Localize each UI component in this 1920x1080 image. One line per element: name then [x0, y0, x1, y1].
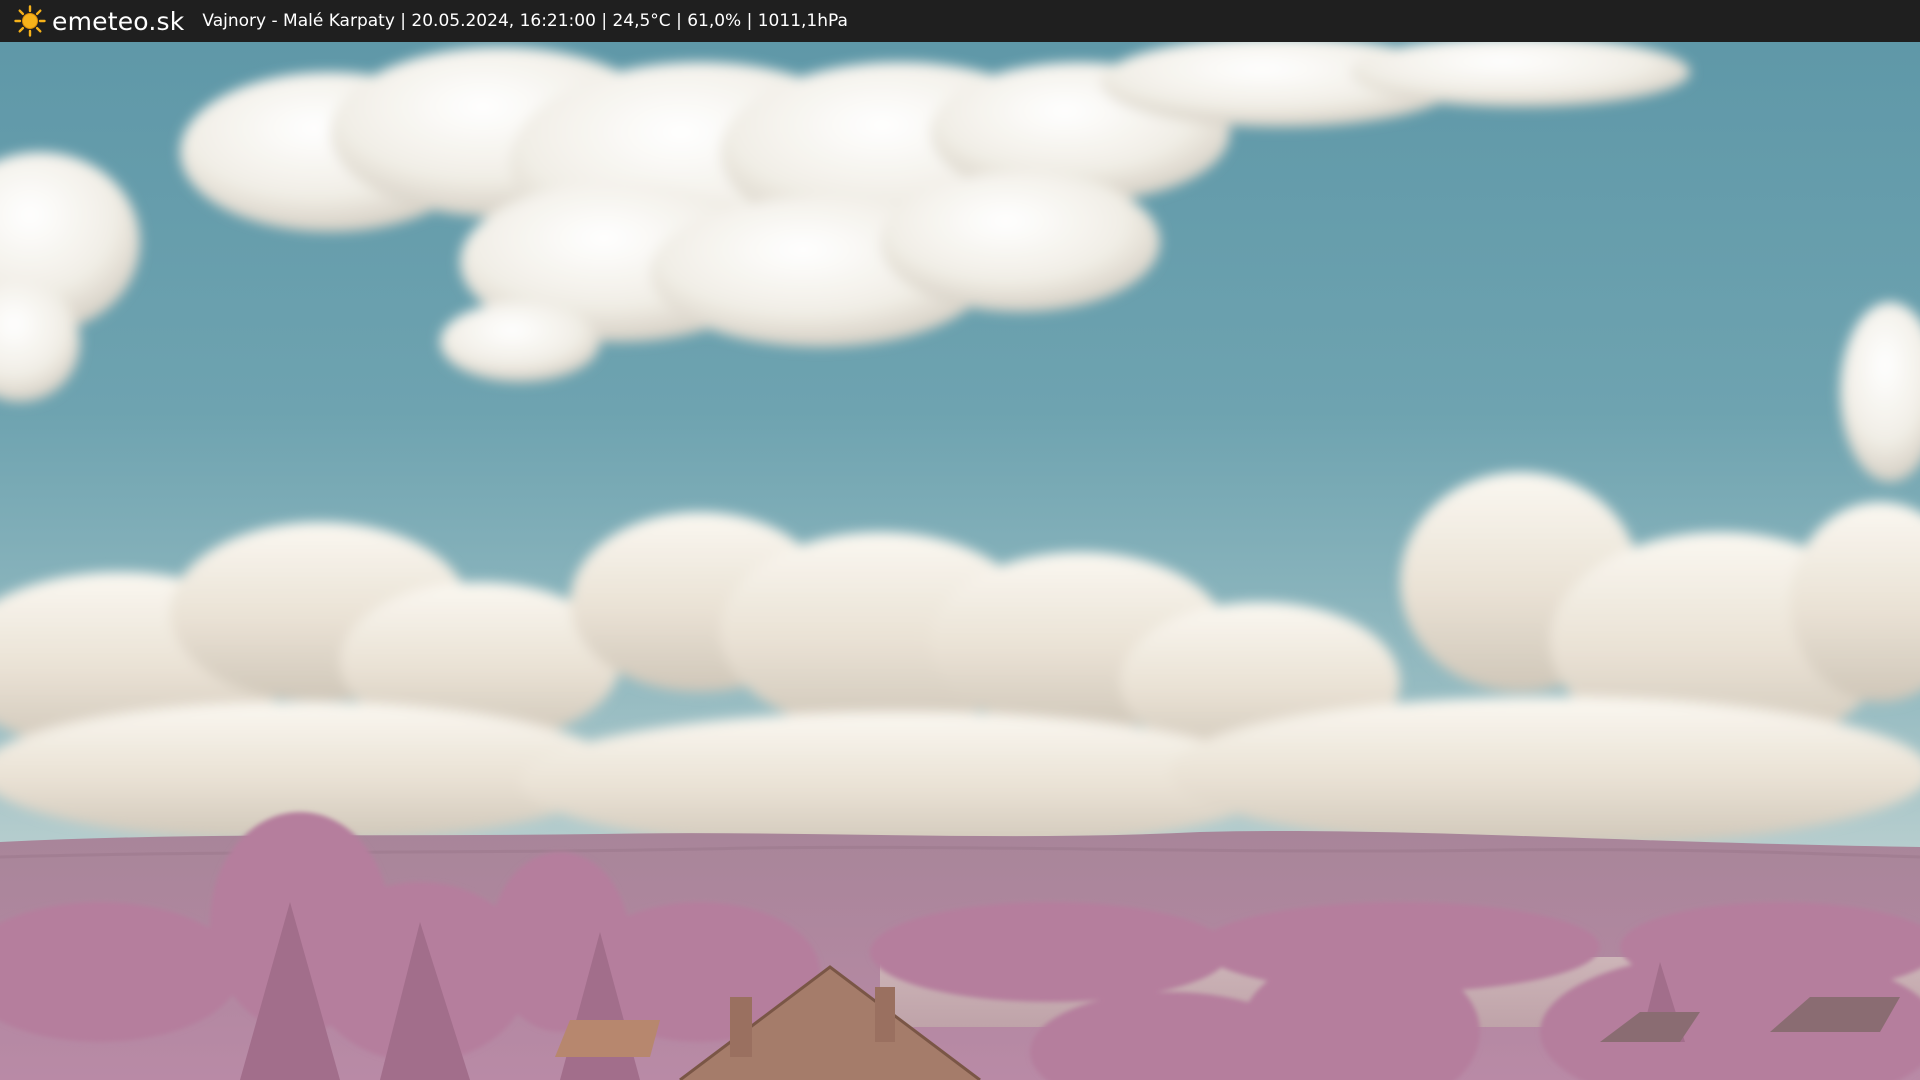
site-logo[interactable]: emeteo.sk — [14, 0, 184, 42]
logo-text: emeteo.sk — [52, 6, 185, 36]
station-readout: Vajnory - Malé Karpaty | 20.05.2024, 16:… — [202, 11, 848, 31]
sun-icon — [14, 5, 46, 37]
webcam-image — [0, 42, 1920, 1080]
info-bar: emeteo.sk Vajnory - Malé Karpaty | 20.05… — [0, 0, 1920, 42]
webcam-page: emeteo.sk Vajnory - Malé Karpaty | 20.05… — [0, 0, 1920, 1080]
